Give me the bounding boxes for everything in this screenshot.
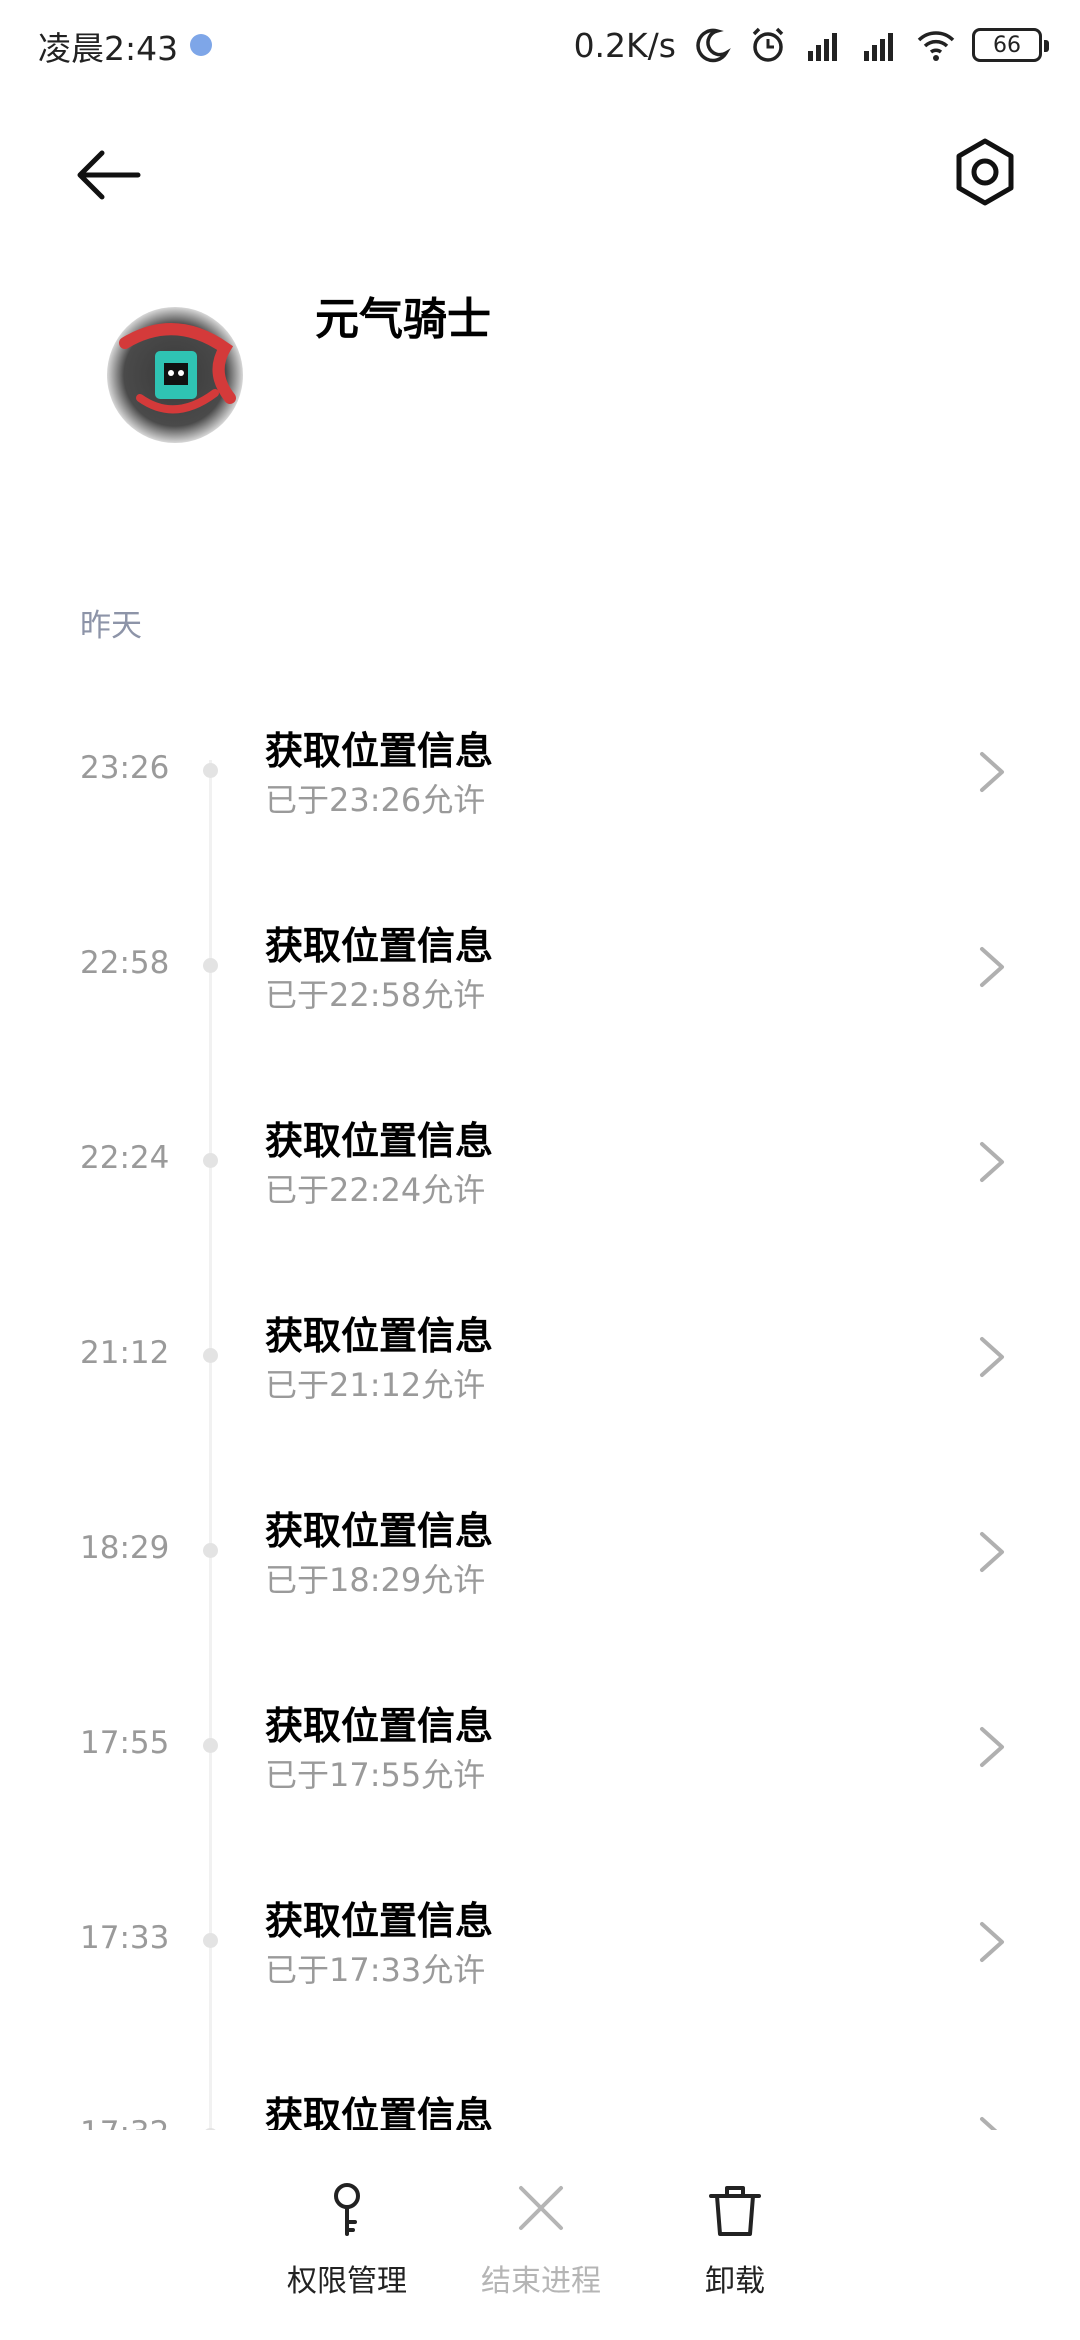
timeline-dot [203, 1348, 218, 1363]
record-title: 获取位置信息 [265, 1314, 494, 1358]
timeline-dot [203, 1543, 218, 1558]
alarm-icon [752, 27, 784, 62]
record-title: 获取位置信息 [265, 924, 494, 968]
record-subtitle: 已于22:58允许 [265, 976, 486, 1014]
bottom-action-bar: 权限管理 结束进程 卸载 [0, 2130, 1080, 2340]
record-time: 22:24 [80, 1140, 170, 1176]
chevron-right-icon [980, 1142, 1004, 1182]
trash-icon [709, 2186, 761, 2236]
uninstall-label: 卸载 [705, 2264, 765, 2299]
back-button[interactable] [68, 140, 148, 210]
record-subtitle: 已于22:24允许 [265, 1171, 486, 1209]
record-subtitle: 已于17:33允许 [265, 1951, 486, 1989]
record-time: 23:26 [80, 750, 170, 786]
permission-record-list[interactable]: 23:26 获取位置信息 已于23:26允许 22:58 获取位置信息 已于22… [0, 700, 1080, 2130]
section-label-yesterday: 昨天 [80, 608, 142, 644]
network-speed: 0.2K/s [573, 25, 676, 65]
app-name: 元气骑士 [315, 294, 491, 345]
chevron-right-icon [980, 752, 1004, 792]
key-icon [334, 2183, 360, 2236]
list-item[interactable]: 17:33 获取位置信息 已于17:33允许 [0, 1870, 1080, 2065]
close-icon [519, 2186, 563, 2230]
notification-icon [190, 34, 212, 56]
uninstall-button[interactable]: 卸载 [655, 2180, 815, 2310]
record-time: 18:29 [80, 1530, 170, 1566]
chevron-right-icon [980, 1337, 1004, 1377]
status-bar: 凌晨2:43 0.2K/s 66 [0, 0, 1080, 96]
timeline-dot [203, 763, 218, 778]
list-item[interactable]: 21:12 获取位置信息 已于21:12允许 [0, 1285, 1080, 1480]
list-item[interactable]: 18:29 获取位置信息 已于18:29允许 [0, 1480, 1080, 1675]
record-title: 获取位置信息 [265, 1509, 494, 1553]
list-item[interactable]: 23:26 获取位置信息 已于23:26允许 [0, 700, 1080, 895]
record-title: 获取位置信息 [265, 2094, 494, 2130]
timeline-dot [203, 958, 218, 973]
record-title: 获取位置信息 [265, 1899, 494, 1943]
signal-hd-icon [808, 33, 837, 61]
timeline-dot [203, 1738, 218, 1753]
end-process-button[interactable]: 结束进程 [461, 2180, 621, 2310]
timeline-dot [203, 1933, 218, 1948]
record-time: 22:58 [80, 945, 170, 981]
record-time: 17:33 [80, 1920, 170, 1956]
chevron-right-icon [980, 1922, 1004, 1962]
record-time: 17:32 [80, 2115, 169, 2130]
moon-icon [696, 28, 731, 63]
list-item[interactable]: 22:58 获取位置信息 已于22:58允许 [0, 895, 1080, 1090]
list-item[interactable]: 17:32 获取位置信息 [0, 2065, 1080, 2130]
record-title: 获取位置信息 [265, 1704, 494, 1748]
battery-icon: 66 [972, 28, 1049, 62]
battery-level: 66 [993, 32, 1021, 58]
chevron-right-icon [980, 947, 1004, 987]
record-time: 17:55 [80, 1725, 170, 1761]
app-icon [107, 307, 243, 443]
arrow-left-icon [77, 150, 141, 200]
record-subtitle: 已于18:29允许 [265, 1561, 486, 1599]
status-time: 凌晨2:43 [38, 29, 179, 68]
chevron-right-icon [980, 1532, 1004, 1572]
record-title: 获取位置信息 [265, 729, 494, 773]
hexagon-settings-icon [956, 138, 1014, 206]
status-icons: 0.2K/s 66 [573, 20, 1049, 70]
record-title: 获取位置信息 [265, 1119, 494, 1163]
permissions-button[interactable]: 权限管理 [267, 2180, 427, 2310]
wifi-icon [917, 31, 955, 61]
chevron-right-icon [980, 2117, 998, 2130]
settings-button[interactable] [950, 135, 1020, 210]
record-subtitle: 已于23:26允许 [265, 781, 486, 819]
record-time: 21:12 [80, 1335, 170, 1371]
list-item[interactable]: 22:24 获取位置信息 已于22:24允许 [0, 1090, 1080, 1285]
chevron-right-icon [980, 1727, 1004, 1767]
end-process-label: 结束进程 [481, 2264, 601, 2299]
signal-icon [864, 33, 893, 61]
record-subtitle: 已于17:55允许 [265, 1756, 486, 1794]
record-subtitle: 已于21:12允许 [265, 1366, 486, 1404]
permissions-label: 权限管理 [287, 2264, 407, 2299]
timeline-dot [203, 1153, 218, 1168]
list-item[interactable]: 17:55 获取位置信息 已于17:55允许 [0, 1675, 1080, 1870]
